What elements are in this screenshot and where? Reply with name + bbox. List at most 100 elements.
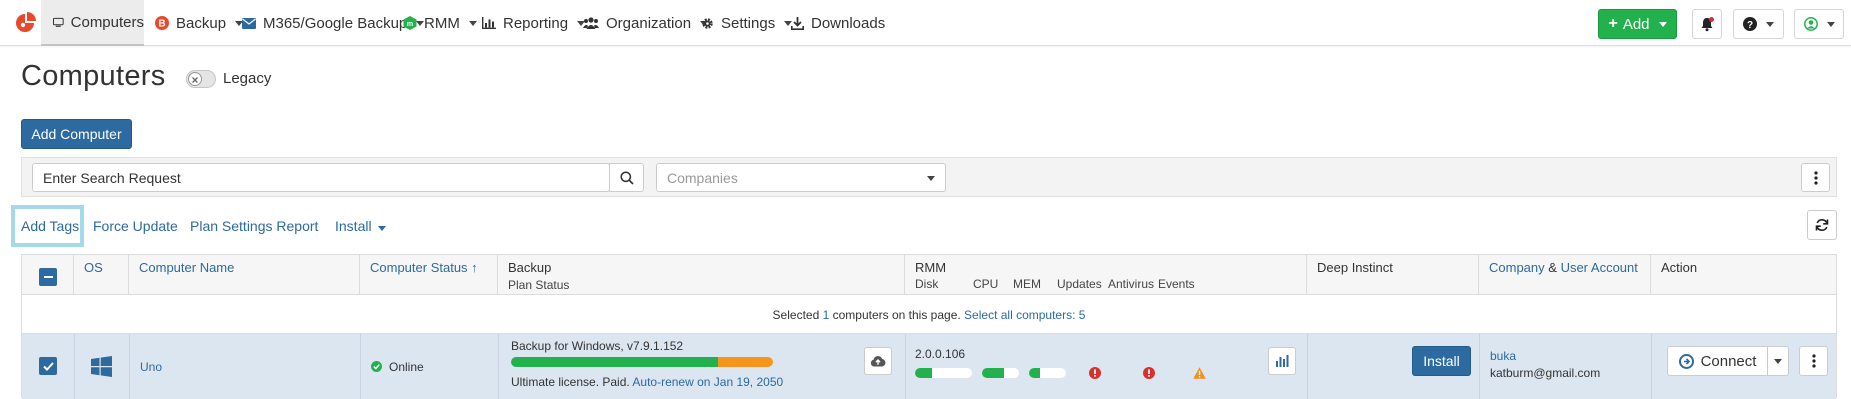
selection-prefix: Selected xyxy=(772,308,820,322)
header-computer-name[interactable]: Computer Name xyxy=(129,255,360,295)
add-button-label: Add xyxy=(1622,15,1650,33)
add-computer-button[interactable]: Add Computer xyxy=(21,119,132,149)
nav-computers-label: Computers xyxy=(70,13,144,31)
antivirus-error-icon[interactable] xyxy=(1143,367,1155,379)
backup-bar-success-segment xyxy=(511,357,718,367)
header-os-label: OS xyxy=(84,260,103,275)
status-online-icon xyxy=(371,361,382,372)
nav-reporting[interactable]: Reporting xyxy=(482,0,586,46)
license-text: Ultimate license. Paid. xyxy=(511,375,630,389)
backup-version-text: Backup for Windows, v7.9.1.152 xyxy=(511,339,684,353)
help-button[interactable]: ? xyxy=(1733,9,1784,39)
select-all-checkbox[interactable] xyxy=(39,268,57,286)
backup-cloud-button[interactable] xyxy=(864,347,892,375)
header-select-all[interactable] xyxy=(22,255,74,295)
connect-button-label: Connect xyxy=(1700,352,1757,370)
company-link[interactable]: buka xyxy=(1490,349,1516,363)
add-button[interactable]: + Add xyxy=(1598,9,1677,39)
connect-options-button[interactable] xyxy=(1767,346,1789,376)
filter-more-button[interactable] xyxy=(1801,163,1830,192)
mail-icon xyxy=(242,17,256,29)
force-update-link[interactable]: Force Update xyxy=(93,218,178,234)
header-plan-status-label: Plan Status xyxy=(508,278,570,292)
header-computer-name-label: Computer Name xyxy=(139,260,235,275)
nav-downloads-label: Downloads xyxy=(811,14,886,32)
row-more-button[interactable] xyxy=(1799,346,1828,376)
search-input[interactable] xyxy=(32,163,610,192)
nav-backup[interactable]: B Backup xyxy=(155,0,244,46)
header-rmm-cpu: CPU xyxy=(973,277,999,291)
backup-plan-status-bar[interactable] xyxy=(511,357,773,367)
header-company-link[interactable]: Company xyxy=(1489,260,1545,275)
select-all-computers-link[interactable]: Select all computers: 5 xyxy=(964,308,1085,322)
events-warning-icon[interactable] xyxy=(1193,367,1206,379)
computer-name-link[interactable]: Uno xyxy=(140,360,162,374)
mem-usage-bar xyxy=(1029,368,1066,378)
nav-rmm[interactable]: m RMM xyxy=(403,0,477,46)
header-os[interactable]: OS xyxy=(74,255,129,295)
svg-text:m: m xyxy=(407,21,413,28)
header-rmm-mem: MEM xyxy=(1013,277,1041,291)
header-computer-status-label: Computer Status xyxy=(370,260,468,275)
nav-settings[interactable]: Settings xyxy=(701,0,793,46)
more-vertical-icon xyxy=(1811,354,1816,368)
svg-text:B: B xyxy=(158,19,165,30)
gear-icon xyxy=(702,17,713,29)
nav-computers[interactable]: Computers xyxy=(41,0,144,46)
user-account-text: katburm@gmail.com xyxy=(1490,366,1601,380)
deep-instinct-install-button[interactable]: Install xyxy=(1412,346,1471,376)
updates-error-icon[interactable] xyxy=(1089,367,1101,379)
checkmark-icon xyxy=(42,361,54,371)
refresh-button[interactable] xyxy=(1807,210,1837,240)
nav-downloads[interactable]: Downloads xyxy=(791,0,885,46)
connect-icon xyxy=(1678,353,1694,369)
cell-divider xyxy=(905,334,906,399)
rmm-stats-button[interactable] xyxy=(1268,347,1296,375)
bar-chart-icon xyxy=(482,17,496,29)
cpu-usage-bar xyxy=(982,368,1019,378)
companies-select[interactable]: Companies xyxy=(656,163,946,192)
nav-organization[interactable]: Organization xyxy=(583,0,709,46)
nav-settings-label: Settings xyxy=(721,14,776,32)
bar-chart-icon xyxy=(1276,355,1289,367)
brand-logo-icon[interactable] xyxy=(14,12,36,34)
user-menu-button[interactable] xyxy=(1794,9,1844,39)
nav-m365-label: M365/Google Backup xyxy=(263,14,408,32)
chevron-down-icon xyxy=(468,20,477,26)
install-dropdown[interactable]: Install xyxy=(335,218,386,234)
plan-settings-report-link[interactable]: Plan Settings Report xyxy=(190,218,318,234)
header-user-account-link[interactable]: User Account xyxy=(1561,260,1638,275)
rmm-version-text: 2.0.0.106 xyxy=(915,347,966,361)
connect-button[interactable]: Connect xyxy=(1667,346,1768,376)
header-computer-status[interactable]: Computer Status ↑ xyxy=(360,255,498,295)
page-title: Computers xyxy=(21,60,166,92)
cell-divider xyxy=(1479,334,1480,399)
nav-reporting-label: Reporting xyxy=(503,14,569,32)
plus-icon: + xyxy=(1608,15,1618,32)
nav-backup-label: Backup xyxy=(176,14,227,32)
cpu-usage-fill xyxy=(982,368,1005,378)
cell-divider xyxy=(1307,334,1308,399)
header-rmm-disk: Disk xyxy=(915,277,939,291)
close-icon xyxy=(192,77,198,83)
row-checkbox[interactable] xyxy=(39,357,57,375)
disk-usage-fill xyxy=(915,368,933,378)
nav-m365-google-backup[interactable]: M365/Google Backup xyxy=(242,0,425,46)
autorenew-link[interactable]: Auto-renew on Jan 19, 2050 xyxy=(632,375,783,389)
cell-divider xyxy=(129,334,130,399)
chevron-down-icon xyxy=(1766,21,1774,27)
notifications-button[interactable] xyxy=(1692,9,1722,39)
windows-icon xyxy=(91,356,112,377)
install-dropdown-label: Install xyxy=(335,218,372,234)
table-row[interactable]: Uno Online Backup for Windows, v7.9.1.15… xyxy=(22,334,1836,399)
legacy-toggle[interactable] xyxy=(186,70,216,88)
header-action: Action xyxy=(1651,255,1836,295)
header-deep-instinct: Deep Instinct xyxy=(1307,255,1479,295)
header-rmm-updates: Updates xyxy=(1057,277,1102,291)
chevron-down-icon xyxy=(1658,21,1667,27)
refresh-icon xyxy=(1815,219,1829,231)
sort-arrow-icon: ↑ xyxy=(471,260,478,275)
search-button[interactable] xyxy=(609,163,644,192)
add-tags-link[interactable]: Add Tags xyxy=(21,218,79,234)
header-amp: & xyxy=(1548,260,1557,275)
